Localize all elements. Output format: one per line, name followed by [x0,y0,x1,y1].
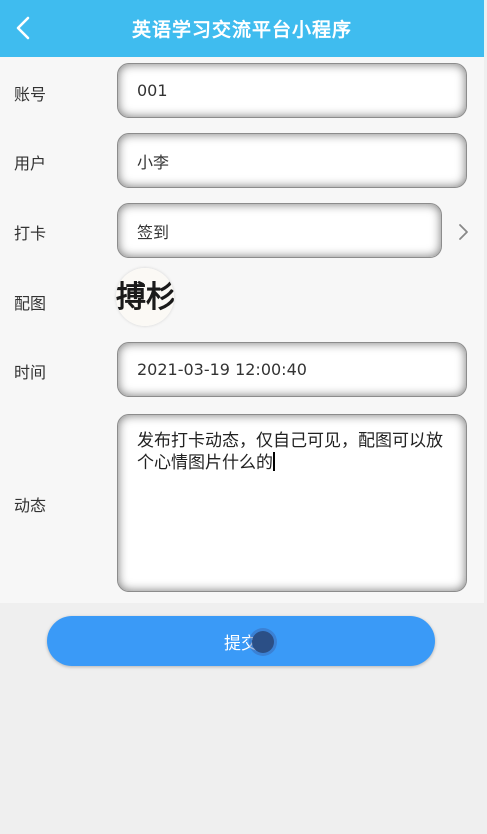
touch-indicator [252,631,274,653]
dynamic-text: 发布打卡动态，仅自己可见，配图可以放个心情图片什么的 [137,431,443,473]
user-field[interactable]: 小李 [117,133,467,188]
account-field[interactable]: 001 [117,63,467,118]
svg-text:搏杉: 搏杉 [116,280,174,315]
page-title: 英语学习交流平台小程序 [131,19,352,41]
dynamic-label: 动态 [14,496,47,515]
image-label: 配图 [14,294,47,313]
attached-image-thumbnail[interactable]: 搏杉 [116,268,174,326]
dynamic-textarea[interactable]: 发布打卡动态，仅自己可见，配图可以放个心情图片什么的 [117,414,467,592]
text-cursor [273,452,275,471]
time-field[interactable]: 2021-03-19 12:00:40 [117,342,467,397]
submit-button[interactable]: 提交 [47,616,435,666]
back-arrow-icon[interactable] [12,14,36,42]
user-label: 用户 [14,154,47,173]
calligraphy-image: 搏杉 [116,268,174,326]
time-label: 时间 [14,363,47,382]
checkin-form: 账号 001 用户 小李 打卡 签到 配图 搏杉 时间 2021-03-19 1… [0,57,484,603]
header-bar: 英语学习交流平台小程序 [0,0,484,57]
checkin-select[interactable]: 签到 [117,203,442,258]
checkin-label: 打卡 [14,224,47,243]
chevron-right-icon[interactable] [457,222,469,242]
account-label: 账号 [14,85,47,104]
